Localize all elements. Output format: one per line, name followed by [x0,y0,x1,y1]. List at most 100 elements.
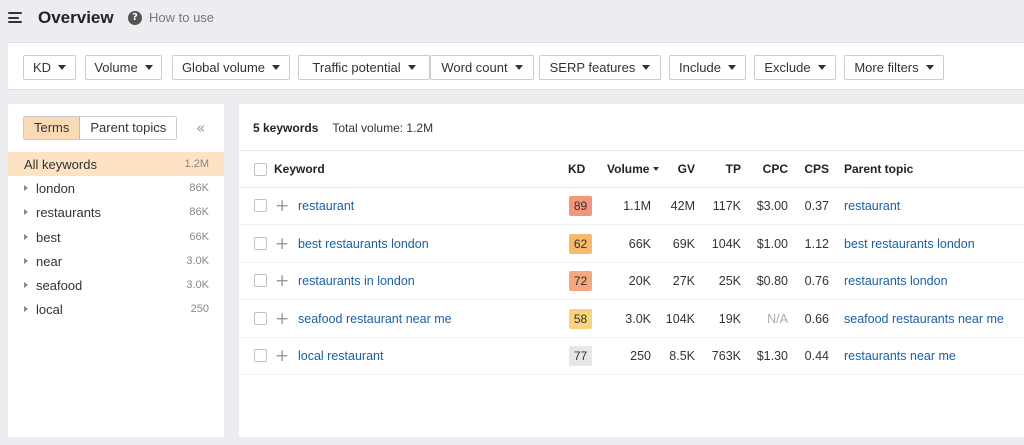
keyword-link[interactable]: local restaurant [298,338,383,374]
keyword-link[interactable]: best restaurants london [298,226,429,262]
filter-serp-features-button[interactable]: SERP features [539,55,661,80]
column-keyword[interactable]: Keyword [274,151,325,187]
filter-volume-button[interactable]: Volume [85,55,162,80]
column-parent-topic[interactable]: Parent topic [844,151,913,187]
add-to-list-icon[interactable]: + [275,226,289,262]
question-circle-icon[interactable]: ? [128,11,142,25]
keywords-summary: 5 keywords Total volume: 1.2M [253,121,433,135]
row-checkbox[interactable] [254,349,267,362]
caret-down-icon [58,65,67,70]
add-to-list-icon[interactable]: + [275,188,289,224]
sidebar-item-restaurants[interactable]: restaurants 86K [8,200,224,224]
add-to-list-icon[interactable]: + [275,301,289,337]
sort-desc-icon [653,167,660,171]
add-to-list-icon[interactable]: + [275,338,289,374]
table-row: + seafood restaurant near me 58 3.0K 104K 19K… [239,301,1024,338]
cpc-cell: $1.30 [756,349,788,363]
tab-terms[interactable]: Terms [24,117,81,139]
kd-cell: 62 [569,226,592,262]
caret-down-icon [407,65,416,70]
double-chevron-left-icon[interactable]: « [196,119,205,137]
column-gv[interactable]: GV [669,151,695,187]
column-kd[interactable]: KD [568,151,585,187]
filter-global-volume-button[interactable]: Global volume [172,55,290,80]
cps-cell: 1.12 [804,236,829,251]
cps-cell: 0.37 [804,199,829,213]
filter-more-button[interactable]: More filters [844,55,944,80]
total-volume: Total volume: 1.2M [332,121,434,135]
caret-down-icon [144,65,153,70]
caret-down-icon [514,65,523,70]
sidebar-item-label: london [36,180,76,196]
expand-triangle-icon[interactable] [24,209,28,215]
column-cps[interactable]: CPS [800,151,829,187]
sidebar-item-all-keywords[interactable]: All keywords 1.2M [8,152,224,176]
sidebar-item-count: 3.0K [186,255,209,267]
parent-topic-link[interactable]: restaurants near me [844,338,956,374]
keyword-count: 5 keywords [253,121,319,135]
sidebar-item-count: 66K [189,231,209,243]
sidebar-item-near[interactable]: near 3.0K [8,249,224,273]
filter-kd-button[interactable]: KD [23,55,76,80]
keyword-link[interactable]: restaurant [298,188,354,224]
sidebar-item-best[interactable]: best 66K [8,225,224,249]
sidebar-item-count: 3.0K [186,279,209,291]
table-header: Keyword KD Volume GV TP CPC CPS Parent t… [239,150,1024,188]
tab-parent-topics[interactable]: Parent topics [80,117,176,139]
expand-triangle-icon[interactable] [24,185,28,191]
row-checkbox[interactable] [254,274,267,287]
tp-cell: 19K [718,311,741,326]
sidebar-item-label: best [36,229,61,245]
cps-cell: 0.76 [804,274,829,288]
expand-triangle-icon[interactable] [24,282,28,288]
caret-down-icon [642,65,651,70]
filter-include-button[interactable]: Include [669,55,746,80]
expand-triangle-icon[interactable] [24,306,28,312]
expand-triangle-icon[interactable] [24,234,28,240]
sidebar-item-count: 1.2M [184,158,209,170]
tp-cell: 763K [711,349,741,363]
parent-topic-link[interactable]: restaurants london [844,263,948,299]
parent-topic-link[interactable]: best restaurants london [844,226,975,262]
filter-serp-features-label: SERP features [549,60,636,75]
sidebar-item-count: 86K [189,206,209,218]
kd-cell: 89 [569,188,592,224]
sidebar-item-label: restaurants [36,204,102,220]
row-checkbox[interactable] [254,236,267,250]
filter-word-count-label: Word count [441,60,508,75]
expand-triangle-icon[interactable] [24,258,28,264]
filter-word-count-button[interactable]: Word count [430,55,534,80]
filter-exclude-button[interactable]: Exclude [754,55,836,80]
sidebar-item-local[interactable]: local 250 [8,297,224,321]
column-volume[interactable]: Volume [607,151,660,187]
gv-cell: 27K [672,274,695,288]
filter-traffic-potential-label: Traffic potential [312,60,401,75]
parent-topic-link[interactable]: seafood restaurants near me [844,301,1004,337]
caret-down-icon [272,65,281,70]
volume-cell: 250 [630,349,651,363]
add-to-list-icon[interactable]: + [275,263,289,299]
how-to-use-link[interactable]: How to use [149,10,214,25]
sidebar-item-label: All keywords [24,156,97,172]
parent-topic-link[interactable]: restaurant [844,188,900,224]
column-cpc[interactable]: CPC [759,151,788,187]
sidebar-item-count: 250 [190,303,209,315]
table-row: + restaurants in london 72 20K 27K 25K $0.80 0.… [239,263,1024,300]
filter-traffic-potential-button[interactable]: Traffic potential [298,55,430,80]
cps-cell: 0.66 [804,311,829,326]
kd-badge: 58 [569,308,592,329]
kd-badge: 77 [569,346,592,366]
keyword-link[interactable]: restaurants in london [298,263,415,299]
hamburger-menu-icon[interactable] [8,12,22,23]
sidebar-item-seafood[interactable]: seafood 3.0K [8,273,224,297]
top-bar: Overview ? How to use [0,0,1024,38]
tp-cell: 117K [712,199,741,213]
row-checkbox[interactable] [254,199,267,212]
sidebar-item-count: 86K [189,182,209,194]
row-checkbox[interactable] [254,311,267,325]
select-all-checkbox[interactable] [254,163,267,176]
keyword-link[interactable]: seafood restaurant near me [298,301,452,337]
kd-badge: 72 [569,271,592,291]
column-tp[interactable]: TP [719,151,741,187]
sidebar-item-london[interactable]: london 86K [8,176,224,200]
